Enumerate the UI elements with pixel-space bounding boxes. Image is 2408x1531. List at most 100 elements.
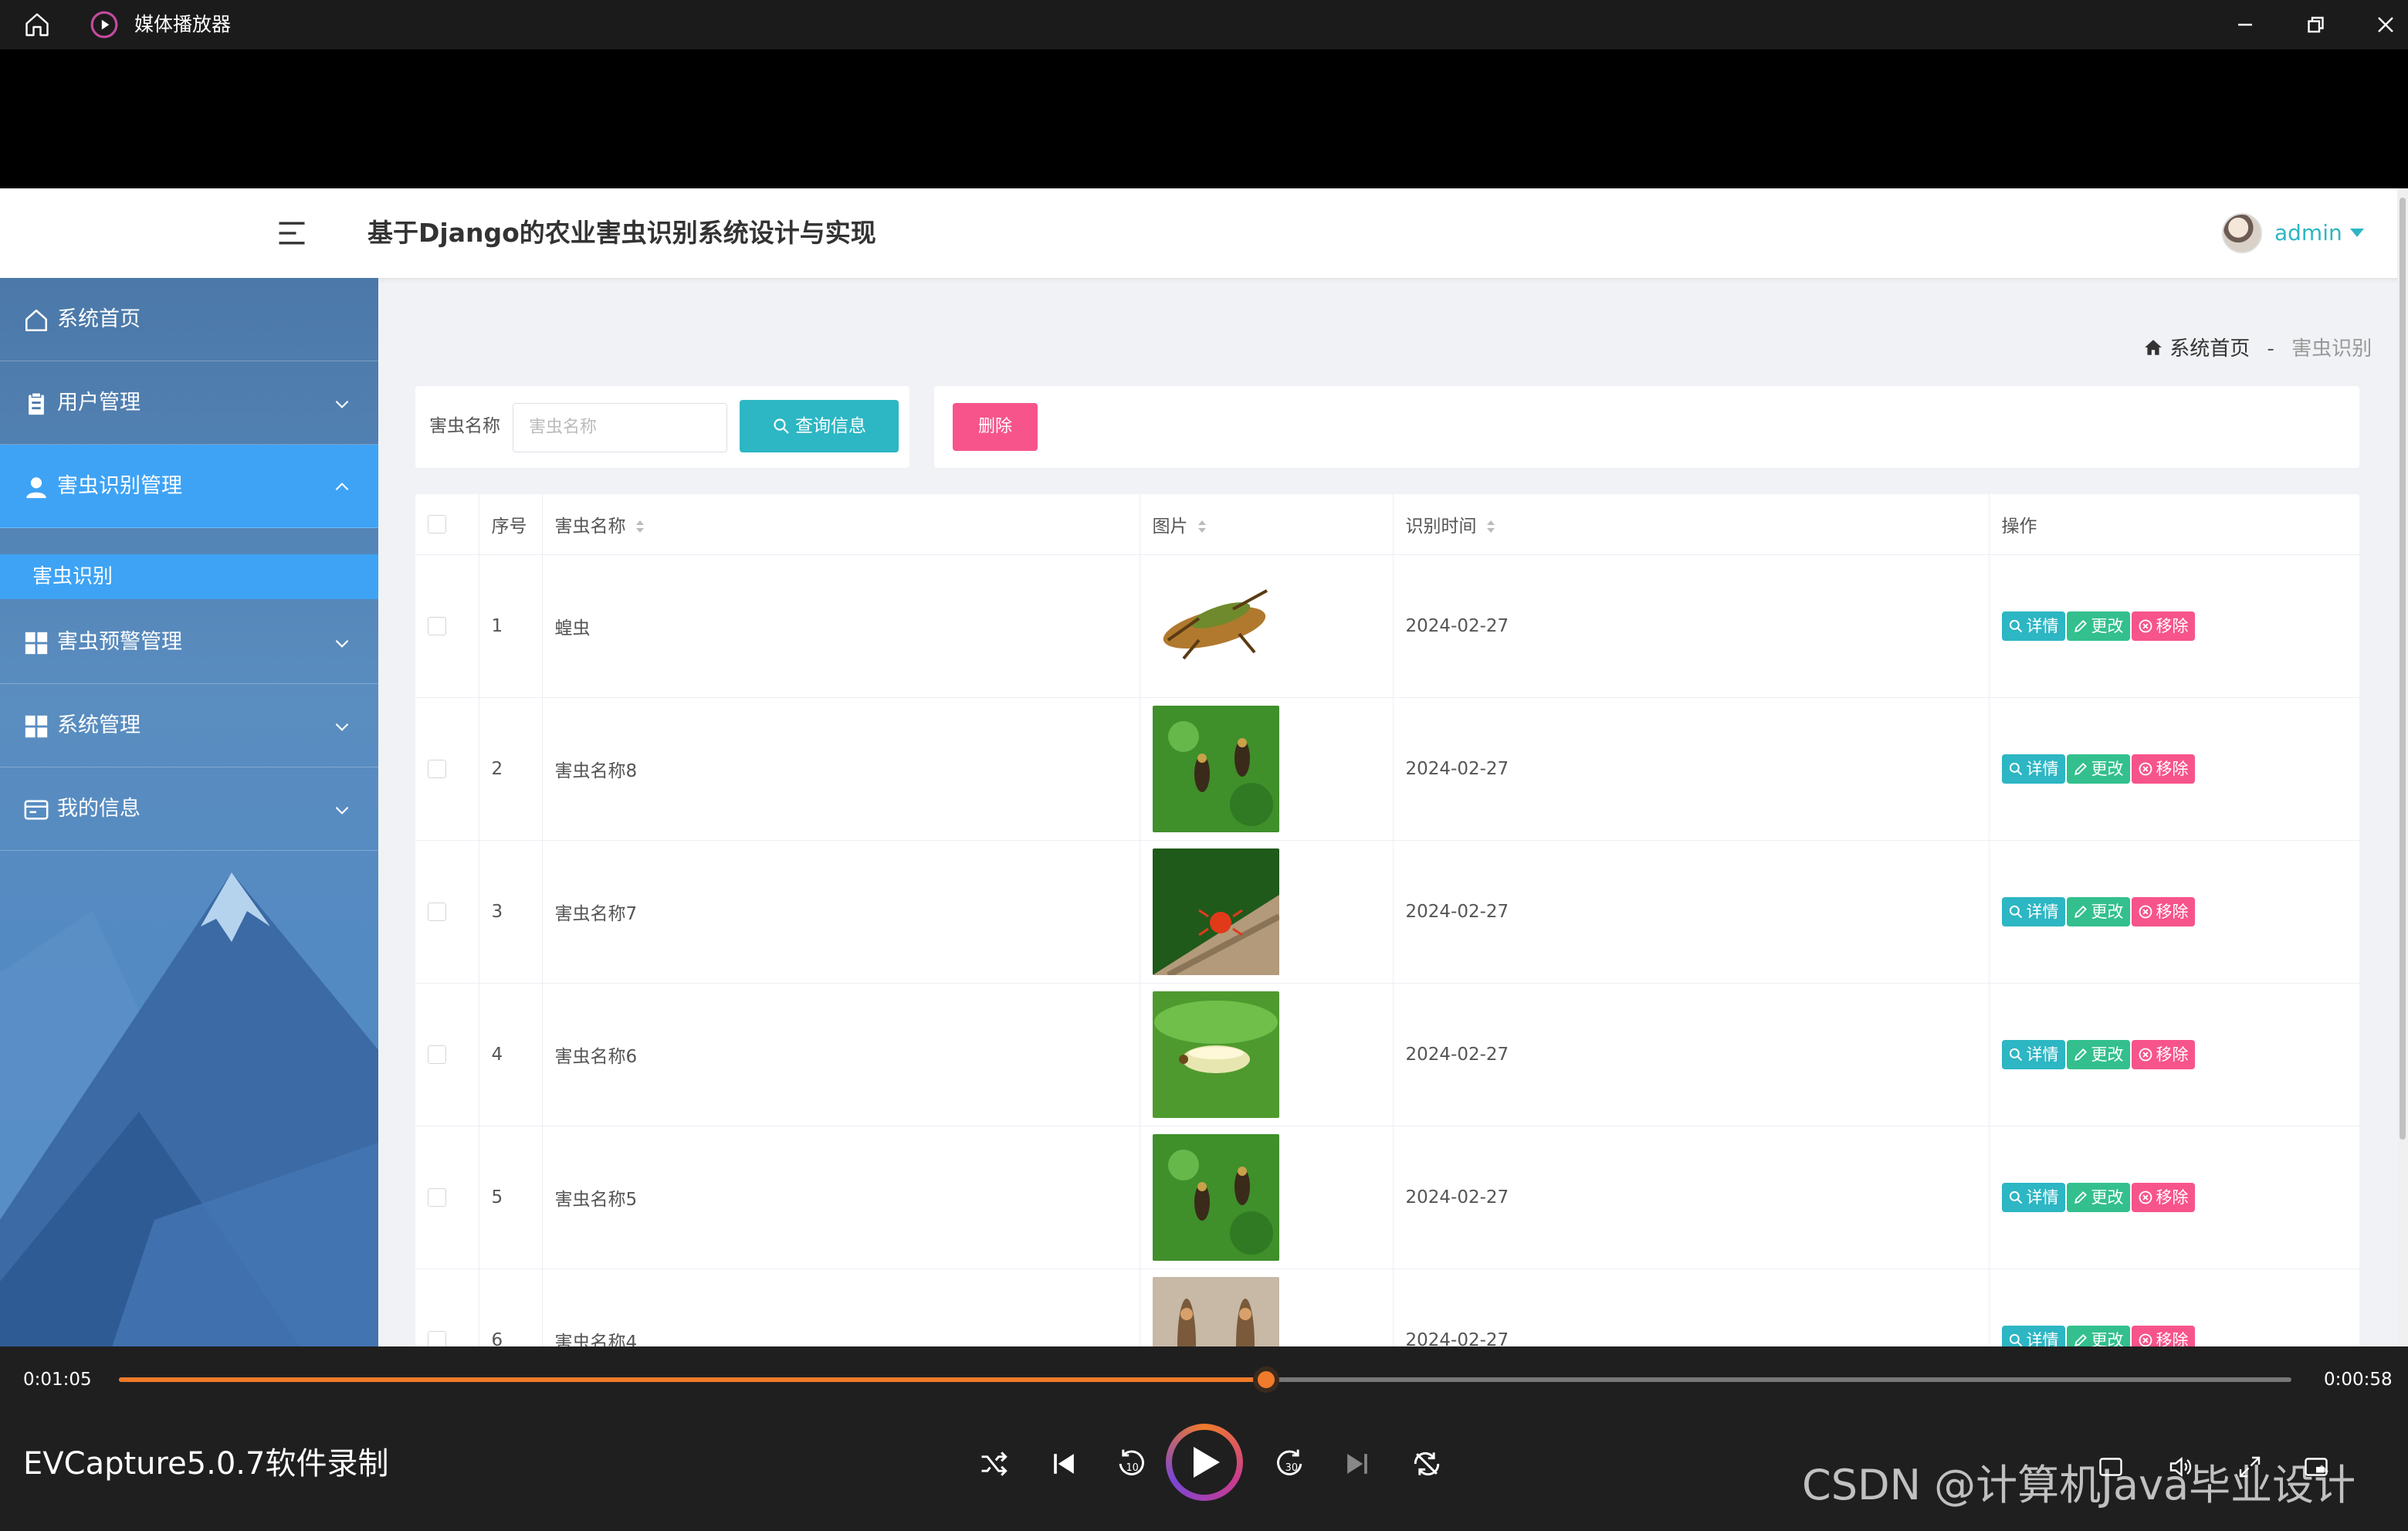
pest-image[interactable] <box>1152 705 1393 832</box>
detail-button[interactable]: 详情 <box>2001 1039 2065 1069</box>
previous-icon[interactable] <box>1047 1447 1081 1481</box>
detail-button[interactable]: 详情 <box>2001 1325 2065 1347</box>
pest-image[interactable] <box>1152 1133 1393 1261</box>
row-checkbox-cell[interactable] <box>415 1126 479 1269</box>
next-icon[interactable] <box>1340 1447 1374 1481</box>
row-actions: 详情 更改 移除 <box>1989 1268 2359 1346</box>
close-icon[interactable] <box>2372 11 2400 39</box>
search-input[interactable]: 害虫名称 <box>513 403 727 452</box>
remove-button[interactable]: 移除 <box>2131 896 2195 926</box>
row-time: 2024-02-27 <box>1393 840 1990 984</box>
sort-icon[interactable] <box>634 518 646 535</box>
seek-bar[interactable] <box>119 1367 2291 1393</box>
breadcrumb-home[interactable]: 系统首页 <box>2169 337 2250 361</box>
seek-handle[interactable] <box>1252 1367 1279 1393</box>
sidebar-item-pest-recognition[interactable]: 害虫识别管理 <box>0 445 378 528</box>
shuffle-icon[interactable] <box>977 1447 1011 1481</box>
edit-button[interactable]: 更改 <box>2066 1039 2130 1069</box>
sidebar-item-system-management[interactable]: 系统管理 <box>0 684 378 767</box>
caret-down-icon[interactable] <box>2350 229 2364 237</box>
restore-icon[interactable] <box>2301 11 2328 39</box>
sidebar-subitem-pest-recognition[interactable]: 害虫识别 <box>0 554 378 599</box>
row-checkbox[interactable] <box>428 617 446 635</box>
search-button[interactable]: 查询信息 <box>740 400 899 452</box>
remove-circle-icon <box>2138 618 2153 634</box>
detail-button[interactable]: 详情 <box>2001 896 2065 926</box>
row-index: 1 <box>479 554 543 698</box>
row-index: 3 <box>479 840 543 984</box>
sidebar-item-label: 害虫识别管理 <box>57 474 182 498</box>
sidebar-subitem-label: 害虫识别 <box>32 565 113 588</box>
edit-button[interactable]: 更改 <box>2066 611 2130 641</box>
sort-icon[interactable] <box>1196 518 1208 535</box>
row-index: 4 <box>479 983 543 1126</box>
row-image-cell <box>1140 697 1394 841</box>
avatar[interactable] <box>2222 213 2262 253</box>
detail-button[interactable]: 详情 <box>2001 611 2065 641</box>
pest-image[interactable] <box>1152 562 1393 689</box>
row-checkbox-cell[interactable] <box>415 554 479 698</box>
menu-toggle-icon[interactable] <box>275 216 309 250</box>
remove-button[interactable]: 移除 <box>2131 1182 2195 1212</box>
home-icon <box>23 307 49 334</box>
search-icon <box>2008 1047 2024 1062</box>
sidebar-item-home[interactable]: 系统首页 <box>0 278 378 361</box>
scrollbar-thumb[interactable] <box>2400 198 2406 1140</box>
detail-button-label: 详情 <box>2026 616 2059 635</box>
row-checkbox-cell[interactable] <box>415 840 479 984</box>
row-checkbox[interactable] <box>428 1045 446 1064</box>
edit-button[interactable]: 更改 <box>2066 1182 2130 1212</box>
row-checkbox[interactable] <box>428 903 446 921</box>
column-header-image[interactable]: 图片 <box>1140 494 1394 555</box>
remove-button-label: 移除 <box>2156 759 2189 778</box>
minimize-icon[interactable] <box>2231 11 2259 39</box>
row-image-cell <box>1140 1268 1394 1346</box>
row-checkbox[interactable] <box>428 1188 446 1207</box>
row-pest-name: 害虫名称7 <box>542 840 1140 984</box>
remove-button[interactable]: 移除 <box>2131 1325 2195 1346</box>
pest-image[interactable] <box>1152 1276 1393 1346</box>
row-index: 5 <box>479 1126 543 1269</box>
search-icon <box>2008 904 2024 920</box>
table-row: 4 害虫名称6 2024-02-27 详情 更改 移除 <box>415 983 2359 1126</box>
remove-button[interactable]: 移除 <box>2131 611 2195 641</box>
page-scrollbar[interactable] <box>2397 188 2408 1346</box>
remove-button[interactable]: 移除 <box>2131 754 2195 784</box>
select-all-checkbox[interactable] <box>428 515 446 534</box>
edit-button[interactable]: 更改 <box>2066 754 2130 784</box>
search-icon <box>2008 761 2024 777</box>
sidebar-item-pest-warning[interactable]: 害虫预警管理 <box>0 601 378 684</box>
play-button[interactable] <box>1166 1424 1243 1501</box>
column-header-name[interactable]: 害虫名称 <box>542 494 1140 555</box>
edit-button[interactable]: 更改 <box>2066 896 2130 926</box>
search-icon <box>2008 1190 2024 1205</box>
remove-button[interactable]: 移除 <box>2131 1039 2195 1069</box>
detail-button-label: 详情 <box>2026 1187 2059 1207</box>
pest-image[interactable] <box>1152 848 1393 975</box>
sort-icon[interactable] <box>1485 518 1497 535</box>
row-checkbox-cell[interactable] <box>415 983 479 1126</box>
sidebar-item-user-management[interactable]: 用户管理 <box>0 361 378 445</box>
forward-30-icon[interactable]: 30 <box>1274 1447 1308 1481</box>
row-time: 2024-02-27 <box>1393 554 1990 698</box>
table-row: 6 害虫名称4 2024-02-27 详情 更改 移除 <box>415 1268 2359 1346</box>
select-all-cell[interactable] <box>415 494 479 555</box>
row-checkbox[interactable] <box>428 1331 446 1346</box>
row-checkbox-cell[interactable] <box>415 697 479 841</box>
delete-button[interactable]: 删除 <box>953 403 1038 451</box>
sidebar-item-label: 我的信息 <box>57 797 141 821</box>
pest-image[interactable] <box>1152 991 1393 1118</box>
repeat-icon[interactable] <box>1410 1447 1444 1481</box>
detail-button-label: 详情 <box>2026 1330 2059 1347</box>
column-header-time[interactable]: 识别时间 <box>1393 494 1990 555</box>
edit-button[interactable]: 更改 <box>2066 1325 2130 1346</box>
clipboard-icon <box>23 391 49 417</box>
detail-button[interactable]: 详情 <box>2001 1182 2065 1212</box>
sidebar-item-my-info[interactable]: 我的信息 <box>0 767 378 851</box>
rewind-10-icon[interactable]: 10 <box>1113 1447 1147 1481</box>
home-icon[interactable] <box>23 11 51 39</box>
user-name[interactable]: admin <box>2274 218 2342 249</box>
row-checkbox-cell[interactable] <box>415 1268 479 1346</box>
detail-button[interactable]: 详情 <box>2001 754 2065 784</box>
row-checkbox[interactable] <box>428 760 446 778</box>
